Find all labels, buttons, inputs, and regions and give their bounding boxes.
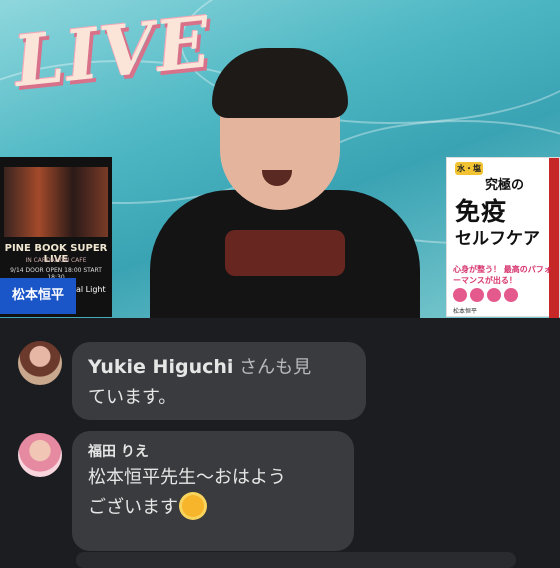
book-title-main: 免疫 xyxy=(455,197,508,226)
book-title-top: 究極の xyxy=(485,178,525,193)
poster-subtitle: IN CARDAMON CAFE xyxy=(25,257,87,264)
shirt-logo xyxy=(225,230,345,276)
book-tag: 水・塩 xyxy=(455,162,483,175)
poster-bottom-label: al Light xyxy=(76,285,106,294)
host-person xyxy=(150,40,420,318)
comment-feed[interactable]: Yukie Higuchi さんも見 ています。 福田 りえ 松本恒平先生〜おは… xyxy=(0,318,560,568)
comment-bubble[interactable]: 福田 りえ 松本恒平先生〜おはよう ございます xyxy=(72,431,354,551)
avatar[interactable] xyxy=(18,341,62,385)
comment-bubble[interactable]: Yukie Higuchi さんも見 ています。 xyxy=(72,342,366,420)
comment-text-line2: ございます xyxy=(88,493,340,523)
book-title-sub: セルフケア xyxy=(455,229,540,249)
live-video-frame[interactable]: LIVE PINE BOOK SUPER LIVE IN CARDAMON CA… xyxy=(0,0,560,318)
comment-text: 松本恒平先生〜おはよう xyxy=(88,467,286,488)
commenter-name[interactable]: 福田 りえ xyxy=(88,441,340,463)
comment-text: ています。 xyxy=(88,387,177,408)
book-author: 松本恒平 xyxy=(453,308,478,315)
avatar[interactable] xyxy=(18,433,62,477)
poster-image xyxy=(4,167,108,237)
book-highlight: 心身が整う！ 最高のパフォーマンスが出る！ xyxy=(453,265,552,285)
comment-text: ございます xyxy=(88,497,178,518)
commenter-name[interactable]: Yukie Higuchi xyxy=(88,356,233,378)
book-spine-stripe xyxy=(549,158,559,318)
sun-emoji-icon xyxy=(182,495,204,517)
book-cover: 水・塩 究極の 免疫 セルフケア 心身が整う！ 最高のパフォーマンスが出る！ 松… xyxy=(446,157,560,318)
comment-input-bar[interactable] xyxy=(76,552,516,568)
host-name-tag: 松本恒平 xyxy=(0,278,76,314)
comment-suffix: さんも見 xyxy=(239,357,312,378)
host-hair xyxy=(212,48,348,118)
book-badges xyxy=(453,288,518,302)
